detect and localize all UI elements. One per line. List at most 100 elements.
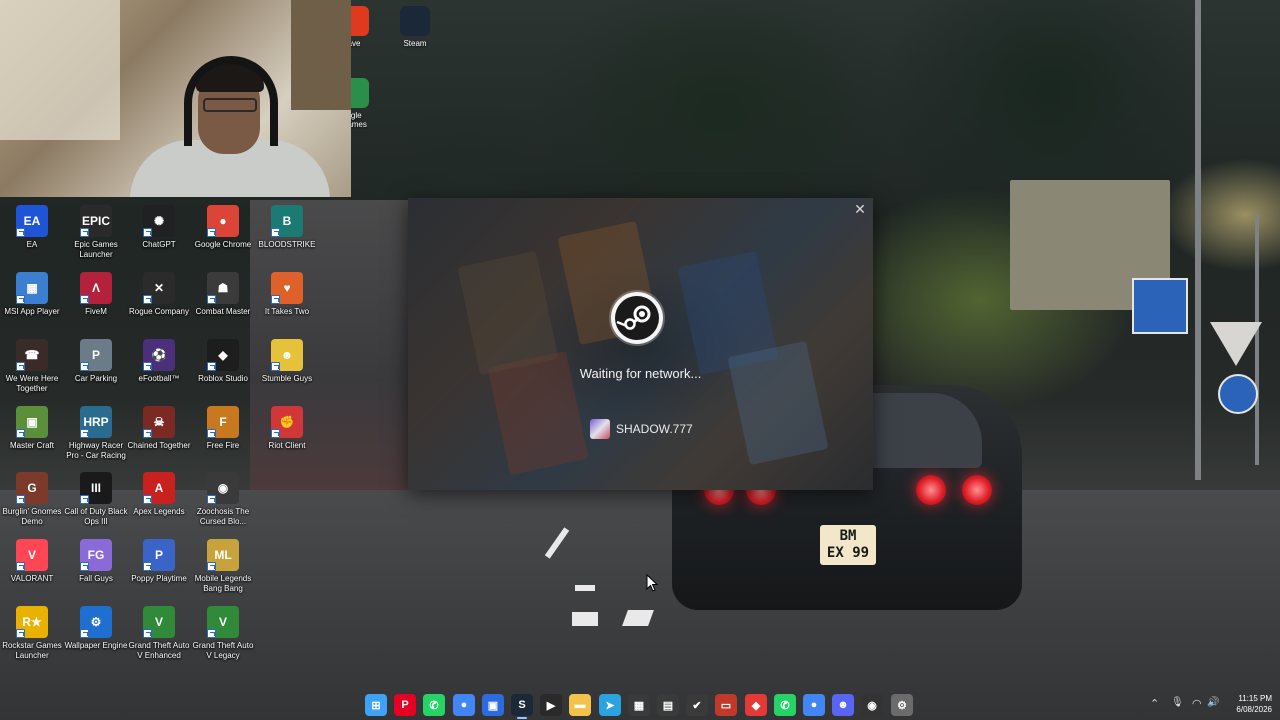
desktop-icon-label: Poppy Playtime xyxy=(131,574,187,583)
store-icon[interactable]: ▣ xyxy=(482,694,504,716)
discord-icon[interactable]: ☻ xyxy=(832,694,854,716)
steam-status-text: Waiting for network... xyxy=(579,366,702,381)
webcam-headset xyxy=(184,56,278,146)
wallpaper-lane-mark xyxy=(575,585,595,591)
chrome-alt-icon[interactable]: ● xyxy=(803,694,825,716)
desktop-icon-label: Rockstar Games Launcher xyxy=(2,641,62,660)
desktop-icon-label: eFootball™ xyxy=(138,374,180,383)
desktop-icon-poppy-playtime[interactable]: P Poppy Playtime xyxy=(127,539,191,584)
desktop-icon-label: Free Fire xyxy=(206,441,240,450)
desktop-icon-label: Master Craft xyxy=(9,441,54,450)
desktop-icon-gta-v-enhanced[interactable]: V Grand Theft Auto V Enhanced xyxy=(127,606,191,661)
desktop-icon-roblox-studio[interactable]: ◆ Roblox Studio xyxy=(191,339,255,384)
file-explorer-icon[interactable]: ▬ xyxy=(569,694,591,716)
shortcut-arrow-icon xyxy=(207,629,216,638)
dialog-close-button[interactable]: ✕ xyxy=(851,200,869,218)
desktop-icon-gta-v-legacy[interactable]: V Grand Theft Auto V Legacy xyxy=(191,606,255,661)
shortcut-arrow-icon xyxy=(16,562,25,571)
shortcut-arrow-icon xyxy=(207,295,216,304)
desktop-icon-efootball[interactable]: ⚽ eFootball™ xyxy=(127,339,191,384)
desktop-icon-we-were-here[interactable]: ☎ We Were Here Together xyxy=(0,339,64,394)
wifi-icon[interactable]: ◠ xyxy=(1192,697,1202,710)
archive-icon[interactable]: ▭ xyxy=(715,694,737,716)
desktop-icon-highway-racer[interactable]: HRP Highway Racer Pro - Car Racing xyxy=(64,406,128,461)
obs-icon[interactable]: ◉ xyxy=(861,694,883,716)
chrome-icon: ● xyxy=(207,205,239,237)
dialog-background-art xyxy=(727,340,829,466)
desktop-icon-steam[interactable]: Steam xyxy=(383,6,447,48)
desktop-icon-epic-games[interactable]: EPIC Epic Games Launcher xyxy=(64,205,128,260)
desktop-icon-rockstar[interactable]: R★ Rockstar Games Launcher xyxy=(0,606,64,661)
chained-together-icon: ☠ xyxy=(143,406,175,438)
clock-time: 11:15 PM xyxy=(1238,694,1272,703)
desktop-icon-msi-app-player[interactable]: ▦ MSI App Player xyxy=(0,272,64,317)
shortcut-arrow-icon xyxy=(16,228,25,237)
desktop-icon-mobile-legends[interactable]: ML Mobile Legends Bang Bang xyxy=(191,539,255,594)
desktop-icon-fall-guys[interactable]: FG Fall Guys xyxy=(64,539,128,584)
desktop-icon-combat-master[interactable]: ☗ Combat Master xyxy=(191,272,255,317)
desktop-icon-apex-legends[interactable]: A Apex Legends xyxy=(127,472,191,517)
telegram-icon[interactable]: ➤ xyxy=(599,694,621,716)
wallpaper-roundabout-sign xyxy=(1218,374,1258,414)
tray-overflow-chevron-icon[interactable]: ⌃ xyxy=(1150,697,1159,710)
mouse-cursor-icon xyxy=(646,573,659,597)
taskbar-clock[interactable]: 11:15 PM 6/08/2026 xyxy=(1208,693,1272,715)
shortcut-arrow-icon xyxy=(80,228,89,237)
desktop-icon-burglin-gnomes[interactable]: G Burglin' Gnomes Demo xyxy=(0,472,64,527)
desktop-icon-chained-together[interactable]: ☠ Chained Together xyxy=(127,406,191,451)
desktop-icon-cod-black-ops[interactable]: III Call of Duty Black Ops III xyxy=(64,472,128,527)
desktop-icon-rogue-company[interactable]: ✕ Rogue Company xyxy=(127,272,191,317)
epic-games-icon: EPIC xyxy=(80,205,112,237)
desktop-icon-valorant[interactable]: V VALORANT xyxy=(0,539,64,584)
desktop-icon-chatgpt[interactable]: ✺ ChatGPT xyxy=(127,205,191,250)
desktop-icon-bloodstrike[interactable]: B BLOODSTRIKE xyxy=(255,205,319,250)
desktop-icon-riot-client[interactable]: ✊ Riot Client xyxy=(255,406,319,451)
terminal-icon[interactable]: ▶ xyxy=(540,694,562,716)
settings-icon[interactable]: ⚙ xyxy=(891,694,913,716)
shortcut-arrow-icon xyxy=(80,362,89,371)
desktop-icon-ea[interactable]: EA EA xyxy=(0,205,64,250)
desktop-icon-free-fire[interactable]: F Free Fire xyxy=(191,406,255,451)
desktop-icon-label: Burglin' Gnomes Demo xyxy=(2,507,62,526)
desktop-icon-label: Combat Master xyxy=(195,307,251,316)
wallpaper-engine-icon: ⚙ xyxy=(80,606,112,638)
shortcut-arrow-icon xyxy=(271,295,280,304)
webcam-overlay xyxy=(0,0,351,197)
desktop-icon-label: Wallpaper Engine xyxy=(64,641,128,650)
pinterest-icon[interactable]: P xyxy=(394,694,416,716)
desktop-icon-master-craft[interactable]: ▣ Master Craft xyxy=(0,406,64,451)
desktop-icon-label: Call of Duty Black Ops III xyxy=(64,507,128,526)
desktop-icon-stumble-guys[interactable]: ☻ Stumble Guys xyxy=(255,339,319,384)
desktop-icon-label: Car Parking xyxy=(74,374,118,383)
whatsapp-icon[interactable]: ✆ xyxy=(423,694,445,716)
steam-icon[interactable]: S xyxy=(511,694,533,716)
shortcut-arrow-icon xyxy=(271,429,280,438)
whatsapp-business-icon[interactable]: ✆ xyxy=(774,694,796,716)
desktop-icon-fivem[interactable]: Λ FiveM xyxy=(64,272,128,317)
desktop-icon-wallpaper-engine[interactable]: ⚙ Wallpaper Engine xyxy=(64,606,128,651)
app-green-icon[interactable]: ▤ xyxy=(657,694,679,716)
microphone-icon[interactable]: 🎙 xyxy=(1171,697,1184,708)
desktop-icon-label: Epic Games Launcher xyxy=(74,240,118,259)
gta-v-enhanced-icon: V xyxy=(143,606,175,638)
shortcut-arrow-icon xyxy=(271,362,280,371)
ea-icon: EA xyxy=(16,205,48,237)
shortcut-arrow-icon xyxy=(16,495,25,504)
anydesk-icon[interactable]: ◆ xyxy=(745,694,767,716)
shortcut-arrow-icon xyxy=(80,495,89,504)
car-parking-icon: P xyxy=(80,339,112,371)
free-fire-icon: F xyxy=(207,406,239,438)
poppy-playtime-icon: P xyxy=(143,539,175,571)
shortcut-arrow-icon xyxy=(143,295,152,304)
desktop-icon-car-parking[interactable]: P Car Parking xyxy=(64,339,128,384)
wallpaper-yield-sign xyxy=(1210,322,1262,366)
steam-account-row[interactable]: SHADOW.777 xyxy=(590,418,693,440)
check-icon[interactable]: ✔ xyxy=(686,694,708,716)
desktop-icon-it-takes-two[interactable]: ♥ It Takes Two xyxy=(255,272,319,317)
desktop-icon-chrome[interactable]: ● Google Chrome xyxy=(191,205,255,250)
start-icon[interactable]: ⊞ xyxy=(365,694,387,716)
chrome-icon[interactable]: ● xyxy=(453,694,475,716)
microsoft-store-icon[interactable]: ▦ xyxy=(628,694,650,716)
desktop-icon-label: Rogue Company xyxy=(128,307,190,316)
desktop-icon-zoochosis[interactable]: ◉ Zoochosis The Cursed Blo... xyxy=(191,472,255,527)
